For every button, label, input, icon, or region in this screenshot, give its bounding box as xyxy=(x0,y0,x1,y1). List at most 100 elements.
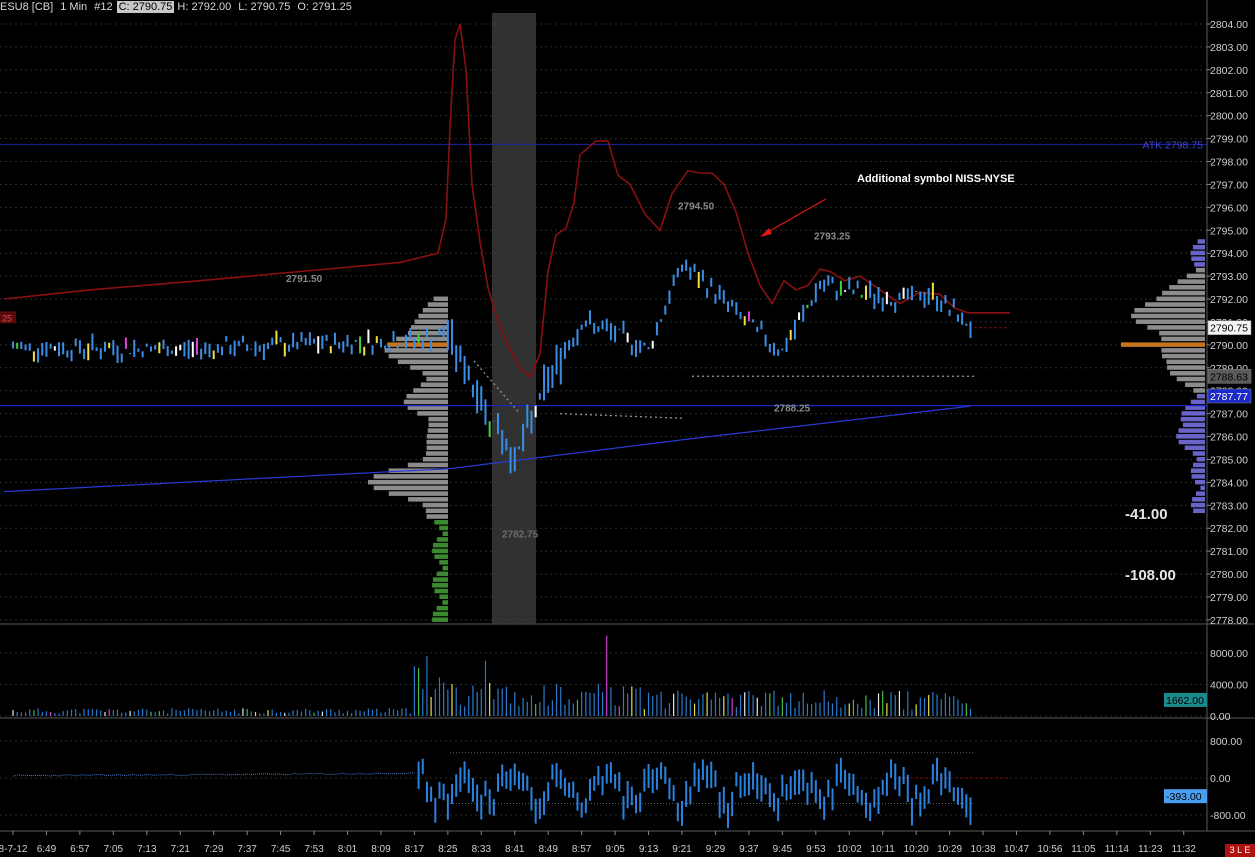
volume-axis-label: 8000.00 xyxy=(1210,648,1248,660)
session-volume-profile-bar xyxy=(422,502,448,508)
composite-volume-profile-bar xyxy=(1195,479,1205,485)
study-count-label: #12 xyxy=(94,1,113,13)
composite-volume-profile-bar xyxy=(1185,382,1205,387)
time-axis-label: 9:45 xyxy=(773,844,793,855)
session-volume-profile-bar xyxy=(432,548,448,554)
time-axis-label: 8:17 xyxy=(405,844,425,855)
composite-volume-profile-bar xyxy=(1162,353,1205,359)
composite-volume-profile-bar xyxy=(1192,244,1205,250)
time-axis-label: 9:13 xyxy=(639,844,659,855)
session-volume-profile-bar xyxy=(426,514,448,519)
price-axis-label: 2779.00 xyxy=(1210,592,1248,604)
session-volume-profile-bar xyxy=(432,611,448,617)
time-axis-label: 10:29 xyxy=(937,844,962,855)
composite-volume-profile-bar xyxy=(1161,348,1205,353)
session-volume-profile-bar xyxy=(388,491,448,496)
session-volume-profile-bar xyxy=(442,531,448,536)
price-axis-label: 2797.00 xyxy=(1210,179,1248,191)
session-volume-profile-bar xyxy=(433,296,448,302)
delta-value-1: -41.00 xyxy=(1125,506,1168,523)
price-axis-label: 2780.00 xyxy=(1210,569,1248,581)
session-volume-profile-bar xyxy=(425,508,448,514)
time-axis-label: 10:11 xyxy=(871,844,896,855)
composite-volume-profile-bar xyxy=(1196,491,1205,496)
time-axis-label: 7:37 xyxy=(237,844,257,855)
session-volume-profile-bar xyxy=(442,565,448,571)
session-volume-profile-bar xyxy=(407,462,448,468)
composite-volume-profile-bar xyxy=(1178,439,1205,445)
composite-volume-profile-bar xyxy=(1156,296,1205,302)
time-axis-label: 7:29 xyxy=(204,844,224,855)
price-axis-label: 2802.00 xyxy=(1210,65,1248,77)
session-volume-profile-bar xyxy=(414,319,448,324)
composite-volume-profile-bar xyxy=(1186,273,1205,279)
composite-volume-profile-bar xyxy=(1194,262,1205,267)
composite-volume-profile-bar xyxy=(1162,290,1205,296)
composite-volume-profile-bar xyxy=(1191,256,1205,261)
osc-axis-label: 800.00 xyxy=(1210,736,1242,748)
time-axis-label: 9:05 xyxy=(605,844,625,855)
corner-badge[interactable]: 3 L E xyxy=(1225,844,1255,857)
session-volume-profile-bar xyxy=(403,399,448,405)
open-readout: O: 2791.25 xyxy=(297,1,352,13)
session-volume-profile-bar xyxy=(417,411,448,416)
session-volume-profile-bar xyxy=(368,479,448,485)
composite-volume-profile-bar xyxy=(1196,393,1205,399)
symbol-label: ESU8 [CB] xyxy=(0,1,54,13)
time-axis-label: 9:53 xyxy=(806,844,826,855)
price-marker: 2788.63 xyxy=(1210,371,1248,383)
price-axis-label: 2796.00 xyxy=(1210,202,1248,214)
composite-volume-profile-bar xyxy=(1121,342,1205,347)
session-volume-profile-bar xyxy=(428,416,448,422)
price-chart[interactable]: 8-7-12 6:49 6:57 7:05 7:13 7:21 7:29 7:37 7:45 7:… xyxy=(0,0,1255,857)
composite-volume-profile-bar xyxy=(1190,399,1205,405)
composite-volume-profile-bar xyxy=(1166,359,1205,365)
time-axis-label: 10:47 xyxy=(1004,844,1029,855)
composite-volume-profile-bar xyxy=(1193,462,1205,468)
composite-volume-profile-bar xyxy=(1193,508,1205,514)
composite-volume-profile-bar xyxy=(1190,250,1205,256)
osc-axis-label: 0.00 xyxy=(1210,773,1231,785)
session-volume-profile-bar xyxy=(410,365,448,370)
time-axis-label: 7:53 xyxy=(304,844,324,855)
interval-label: 1 Min xyxy=(60,1,88,13)
low-readout: L: 2790.75 xyxy=(238,1,291,13)
session-volume-profile-bar xyxy=(422,308,448,313)
session-volume-profile-bar xyxy=(426,376,448,382)
composite-volume-profile-bar xyxy=(1193,388,1205,393)
session-volume-profile-bar xyxy=(439,525,448,531)
session-volume-profile-bar xyxy=(420,382,448,387)
time-axis-label: 11:05 xyxy=(1071,844,1096,855)
session-volume-profile-bar xyxy=(384,348,448,353)
composite-volume-profile-bar xyxy=(1197,239,1205,244)
session-volume-profile-bar xyxy=(434,520,448,525)
session-volume-profile-bar xyxy=(432,542,448,548)
composite-volume-profile-bar xyxy=(1178,428,1205,433)
session-volume-profile-bar xyxy=(434,554,448,559)
price-axis-label: 2790.00 xyxy=(1210,340,1248,352)
composite-volume-profile-bar xyxy=(1191,502,1205,508)
session-volume-profile-bar xyxy=(422,371,448,376)
composite-volume-profile-bar xyxy=(1176,434,1205,439)
composite-volume-profile-bar xyxy=(1196,456,1205,462)
price-axis-label: 2799.00 xyxy=(1210,134,1248,146)
price-axis-label: 2778.00 xyxy=(1210,615,1248,627)
price-label-swing: 2794.50 xyxy=(678,202,715,213)
composite-volume-profile-bar xyxy=(1159,330,1205,336)
composite-volume-profile-bar xyxy=(1145,302,1205,307)
composite-volume-profile-bar xyxy=(1191,474,1205,479)
volume-axis-label: 0.00 xyxy=(1210,711,1231,723)
price-label-swing: 2793.25 xyxy=(814,231,851,242)
session-volume-profile-bar xyxy=(422,456,448,462)
time-axis-label: 8:57 xyxy=(572,844,592,855)
chart-background xyxy=(0,0,1255,857)
session-volume-profile-bar xyxy=(426,451,448,456)
time-axis-label: 11:32 xyxy=(1172,844,1197,855)
composite-volume-profile-bar xyxy=(1169,285,1205,290)
composite-volume-profile-bar xyxy=(1147,325,1205,330)
volume-axis-label: 4000.00 xyxy=(1210,680,1248,692)
session-volume-profile-bar xyxy=(427,302,448,307)
session-volume-profile-bar xyxy=(418,313,448,319)
composite-volume-profile-bar xyxy=(1177,279,1205,284)
session-volume-profile-bar xyxy=(432,583,448,588)
